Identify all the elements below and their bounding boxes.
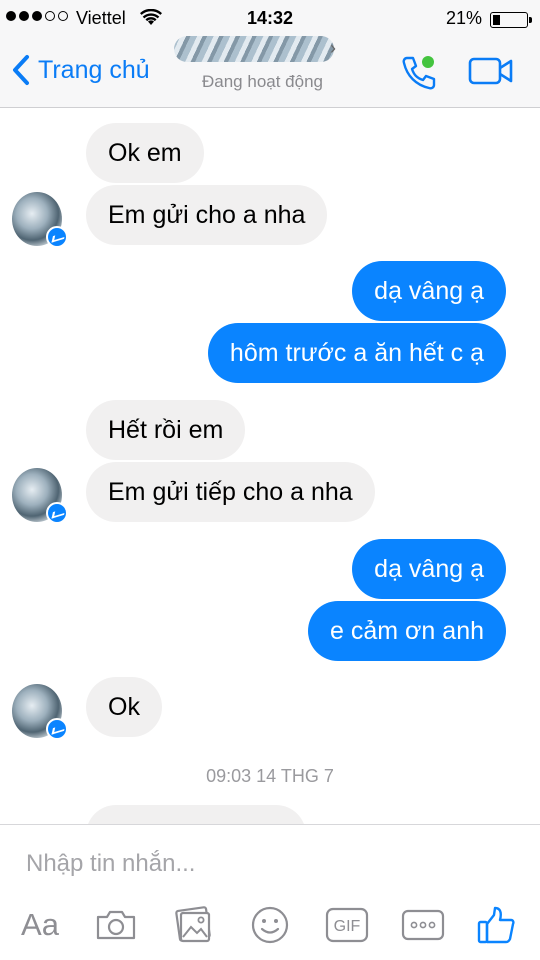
contact-name-redacted [174, 36, 334, 62]
message-input[interactable] [26, 849, 506, 879]
more-button[interactable] [400, 903, 446, 947]
text-format-icon: Aa [21, 907, 59, 942]
camera-button[interactable] [94, 903, 138, 947]
photo-icon [175, 906, 211, 943]
message-incoming[interactable]: Ok em [86, 123, 204, 183]
gif-icon: GIF [325, 907, 369, 943]
message-outgoing[interactable]: dạ vâng ạ [352, 261, 506, 321]
message-timestamp: 09:03 14 THG 7 [206, 766, 334, 786]
battery-icon [490, 12, 532, 28]
photo-button[interactable] [172, 903, 216, 947]
video-camera-icon [468, 57, 513, 85]
gif-button[interactable]: GIF [324, 903, 370, 947]
chevron-left-icon [13, 55, 29, 85]
call-button[interactable] [398, 52, 438, 97]
chevron-right-icon: › [330, 38, 336, 58]
contact-header[interactable]: › Đang hoạt động [170, 36, 350, 102]
like-button[interactable] [474, 903, 518, 947]
messenger-badge-icon [46, 226, 68, 248]
message-incoming[interactable]: Ok [86, 677, 162, 737]
sticker-button[interactable] [248, 903, 292, 947]
messenger-badge-icon [46, 502, 68, 524]
message-incoming[interactable]: Em gửi tiếp cho a nha [86, 462, 375, 522]
battery-percent: 21% [445, 8, 482, 28]
text-format-button[interactable]: Aa [14, 903, 66, 947]
avatar[interactable] [12, 468, 68, 524]
like-icon [477, 906, 515, 944]
message-outgoing[interactable]: e cảm ơn anh [308, 601, 506, 661]
phone-icon [402, 56, 436, 90]
gif-label: GIF [334, 918, 361, 935]
message-outgoing[interactable]: hôm trước a ăn hết c ạ [207, 323, 506, 383]
messenger-badge-icon [46, 718, 68, 740]
avatar[interactable] [12, 192, 68, 248]
message-incoming-partial[interactable] [86, 805, 306, 824]
status-bar: Viettel 14:32 21% [0, 6, 540, 32]
back-button[interactable]: Trang chủ [12, 54, 150, 86]
sticker-icon [251, 906, 289, 944]
more-icon [401, 909, 445, 941]
composer-toolbar: Aa GIF [0, 903, 540, 947]
message-incoming[interactable]: Hết rồi em [86, 400, 246, 460]
camera-icon [96, 910, 136, 940]
message-outgoing[interactable]: dạ vâng ạ [352, 539, 506, 599]
back-label: Trang chủ [38, 55, 150, 84]
video-call-button[interactable] [468, 56, 514, 91]
message-list[interactable]: Ok em Em gửi cho a nha dạ vâng ạ hôm trư… [0, 108, 540, 824]
avatar[interactable] [12, 684, 68, 740]
contact-status: Đang hoạt động [202, 72, 323, 91]
header: Viettel 14:32 21% Trang chủ › Đang hoạt … [0, 0, 540, 108]
composer: Aa [0, 824, 540, 960]
message-incoming[interactable]: Em gửi cho a nha [86, 185, 328, 245]
